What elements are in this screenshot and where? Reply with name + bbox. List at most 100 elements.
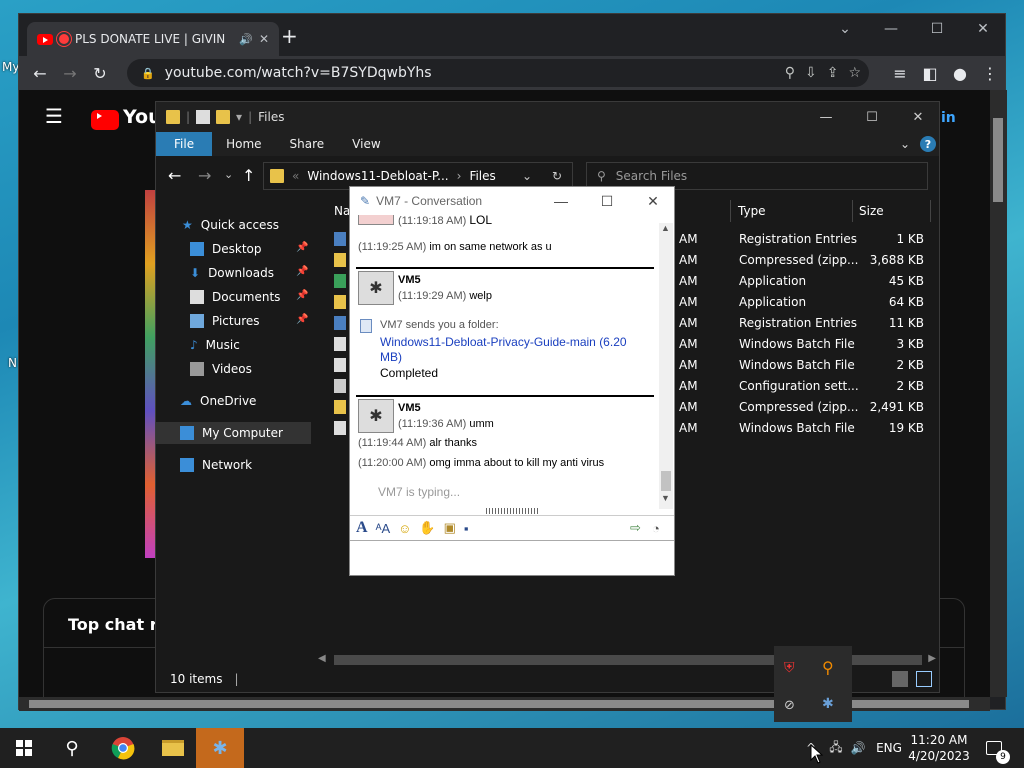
clock[interactable]: 11:20 AM 4/20/2023: [908, 728, 970, 768]
search-icon[interactable]: ⚲: [785, 65, 795, 81]
messenger-tray-icon[interactable]: ✱: [822, 696, 834, 712]
security-shield-icon[interactable]: ⛨: [784, 660, 795, 676]
breadcrumb-parent[interactable]: Windows11-Debloat-P...: [307, 169, 448, 183]
nav-desktop[interactable]: Desktop: [190, 238, 262, 260]
customize-qat-icon[interactable]: ▾: [236, 110, 242, 124]
help-icon[interactable]: ?: [920, 136, 936, 152]
breadcrumb-current[interactable]: Files: [469, 169, 495, 183]
windows-start-icon[interactable]: [8, 728, 40, 768]
back-arrow-icon[interactable]: ←: [25, 58, 55, 88]
column-type[interactable]: Type: [738, 198, 766, 224]
timestamp: (11:19:44 AM): [358, 437, 427, 449]
install-icon[interactable]: ⇩: [805, 65, 817, 81]
maximize-button[interactable]: ☐: [584, 187, 630, 215]
nav-quick-access[interactable]: ★ Quick access: [182, 214, 279, 236]
up-arrow-icon[interactable]: ↑: [242, 166, 255, 185]
file-size: 64 KB: [888, 295, 924, 309]
bookmark-star-icon[interactable]: ☆: [848, 65, 861, 81]
emoticon-icon[interactable]: ☺: [398, 521, 411, 536]
save-icon[interactable]: ▪: [464, 521, 469, 536]
profile-icon[interactable]: ●: [945, 58, 975, 88]
menu-dots-icon[interactable]: ⋮: [975, 58, 1005, 88]
search-icon[interactable]: ⚲: [56, 728, 88, 768]
pin-icon[interactable]: 📌: [296, 314, 308, 325]
send-message-icon[interactable]: ⇨: [630, 520, 641, 536]
tiles-view-icon[interactable]: [916, 671, 932, 687]
nav-downloads[interactable]: ⬇ Downloads: [190, 262, 274, 284]
search-tool-icon[interactable]: ⚲: [822, 658, 834, 677]
sign-in-button[interactable]: in: [941, 110, 956, 126]
pin-icon[interactable]: 📌: [296, 266, 308, 277]
nav-onedrive[interactable]: ☁ OneDrive: [180, 390, 256, 412]
desktop-icon-label[interactable]: N: [8, 356, 17, 370]
reload-icon[interactable]: ↻: [85, 58, 115, 88]
pin-icon[interactable]: 📌: [296, 290, 308, 301]
file-explorer-icon[interactable]: [156, 728, 190, 768]
history-icon[interactable]: ◔: [652, 521, 660, 536]
hidden-eye-icon[interactable]: ⊘: [784, 698, 795, 713]
new-folder-icon[interactable]: [216, 110, 231, 124]
media-queue-icon[interactable]: ≡: [885, 58, 915, 88]
volume-icon[interactable]: 🔊: [848, 728, 868, 768]
minimize-button[interactable]: —: [538, 187, 584, 215]
minimize-button[interactable]: —: [868, 14, 914, 44]
desktop-icon-label[interactable]: My: [2, 60, 19, 74]
minimize-button[interactable]: —: [803, 102, 849, 132]
recent-locations-icon[interactable]: ⌄: [224, 168, 233, 181]
messenger-app-icon[interactable]: ✱: [196, 728, 244, 768]
nav-videos[interactable]: Videos: [190, 358, 252, 380]
folder-link[interactable]: Windows11-Debloat-Privacy-Guide-main (6.…: [380, 335, 640, 365]
tab-search-icon[interactable]: ⌄: [822, 14, 868, 44]
new-tab-button[interactable]: +: [281, 24, 298, 48]
chevron-down-icon[interactable]: ⌄: [522, 169, 532, 183]
refresh-icon[interactable]: ↻: [552, 169, 562, 183]
network-icon[interactable]: 🖧: [826, 728, 846, 768]
hamburger-menu-icon[interactable]: ☰: [45, 104, 63, 128]
tab-file[interactable]: File: [156, 132, 213, 156]
font-icon[interactable]: A: [356, 519, 368, 537]
maximize-button[interactable]: ☐: [914, 14, 960, 44]
font-style-icon[interactable]: ᴬA: [376, 521, 391, 536]
chrome-icon[interactable]: [106, 728, 140, 768]
scrollbar-thumb[interactable]: [993, 118, 1003, 202]
tab-share[interactable]: Share: [276, 132, 339, 156]
pin-icon[interactable]: 📌: [296, 242, 308, 253]
close-button[interactable]: ✕: [630, 187, 676, 215]
nudge-icon[interactable]: ✋: [419, 520, 435, 536]
tab-view[interactable]: View: [338, 132, 394, 156]
youtube-logo-icon[interactable]: [91, 110, 119, 130]
file-type: Configuration sett...: [739, 379, 859, 393]
forward-arrow-icon[interactable]: →: [55, 58, 85, 88]
language-indicator[interactable]: ENG: [874, 728, 904, 768]
message-input[interactable]: [350, 543, 674, 575]
maximize-button[interactable]: ☐: [849, 102, 895, 132]
properties-icon[interactable]: [196, 110, 211, 124]
file-size: 45 KB: [888, 274, 924, 288]
nav-music[interactable]: ♪ Music: [190, 334, 240, 356]
share-icon[interactable]: ⇪: [827, 65, 839, 81]
resize-grip[interactable]: [486, 508, 540, 514]
address-bar[interactable]: 🔒 youtube.com/watch?v=B7SYDqwbYhs ⚲ ⇩ ⇪ …: [127, 59, 869, 87]
nav-pictures[interactable]: Pictures: [190, 310, 260, 332]
nav-documents[interactable]: Documents: [190, 286, 280, 308]
details-view-icon[interactable]: [892, 671, 908, 687]
forward-arrow-icon[interactable]: →: [198, 166, 211, 185]
close-button[interactable]: ✕: [960, 14, 1006, 44]
column-size[interactable]: Size: [859, 198, 884, 224]
vertical-scrollbar[interactable]: ▲ ▼: [659, 223, 673, 509]
file-transfer-icon: [360, 319, 372, 333]
tab-close-icon[interactable]: ✕: [259, 32, 269, 46]
tab-home[interactable]: Home: [212, 132, 275, 156]
chevron-down-icon[interactable]: ⌄: [900, 137, 910, 151]
tab-audio-icon[interactable]: 🔊: [239, 33, 253, 46]
scrollbar-thumb[interactable]: [661, 471, 671, 491]
browser-tab[interactable]: PLS DONATE LIVE | GIVIN 🔊 ✕: [27, 22, 279, 56]
side-panel-icon[interactable]: ◧: [915, 58, 945, 88]
close-button[interactable]: ✕: [895, 102, 941, 132]
back-arrow-icon[interactable]: ←: [168, 166, 181, 185]
nav-my-computer[interactable]: My Computer: [156, 422, 311, 444]
notification-center-icon[interactable]: 9: [980, 728, 1010, 768]
send-file-icon[interactable]: ▣: [444, 520, 456, 536]
nav-network[interactable]: Network: [180, 454, 252, 476]
vertical-scrollbar[interactable]: [990, 90, 1007, 697]
